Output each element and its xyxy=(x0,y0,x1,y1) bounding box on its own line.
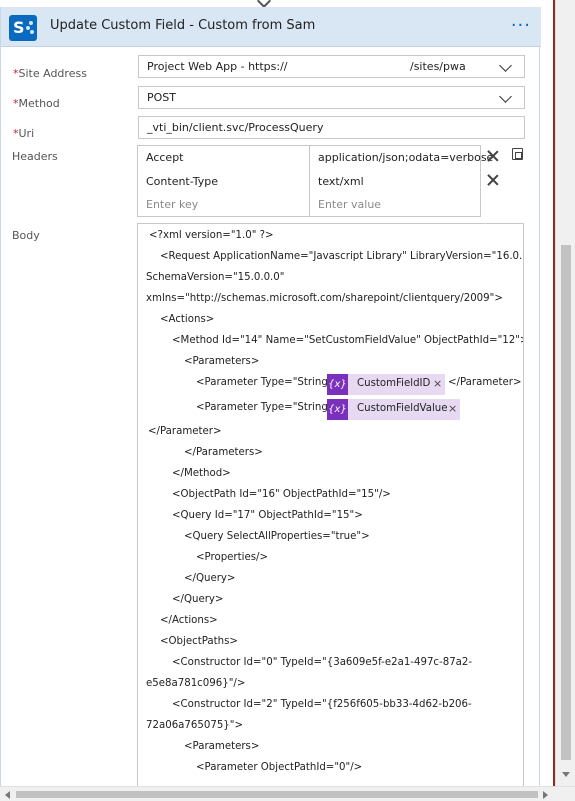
code-line: <Parameter Type="String"> xyxy=(196,377,342,388)
code-line: <Method Id="14" Name="SetCustomFieldValu… xyxy=(172,335,524,346)
uri-value: _vti_bin/client.svc/ProcessQuery xyxy=(147,121,324,134)
horizontal-scrollbar[interactable] xyxy=(0,786,575,801)
code-line: xmlns="http://schemas.microsoft.com/shar… xyxy=(146,293,503,304)
code-line: <Parameters> xyxy=(184,356,260,367)
header-key-placeholder[interactable]: Enter key xyxy=(146,198,198,211)
code-line: </Query> xyxy=(184,573,236,584)
code-line: <Constructor Id="0" TypeId="{3a609e5f-e2… xyxy=(172,657,473,668)
remove-token-icon[interactable]: × xyxy=(433,377,442,390)
code-line: </Method> xyxy=(172,468,231,479)
sharepoint-icon: S xyxy=(9,15,37,41)
scroll-down-arrow-icon[interactable] xyxy=(562,772,570,777)
method-dropdown[interactable]: POST xyxy=(138,86,525,109)
code-line: </Parameter> xyxy=(148,426,222,437)
site-address-value: Project Web App - https:// xyxy=(147,60,288,73)
code-line: 72a06a765075}"> xyxy=(146,720,244,731)
scroll-right-arrow-icon[interactable] xyxy=(543,791,548,799)
body-label: Body xyxy=(12,229,40,242)
site-address-label-text: Site Address xyxy=(18,67,87,80)
card-header[interactable]: S Update Custom Field - Custom from Sam … xyxy=(1,7,541,47)
flow-designer-canvas: S Update Custom Field - Custom from Sam … xyxy=(0,0,575,801)
code-line: <Constructor Id="2" TypeId="{f256f605-bb… xyxy=(172,699,472,710)
code-line: <Properties/> xyxy=(196,552,268,563)
dynamic-content-token[interactable]: {x} CustomFieldID × xyxy=(327,374,445,395)
card-title: Update Custom Field - Custom from Sam xyxy=(50,18,316,33)
method-label-text: Method xyxy=(18,97,60,110)
header-value-placeholder[interactable]: Enter value xyxy=(318,198,381,211)
vertical-scroll-thumb[interactable] xyxy=(561,245,571,760)
uri-input[interactable]: _vti_bin/client.svc/ProcessQuery xyxy=(138,116,525,139)
headers-table: Accept application/json;odata=verbose Co… xyxy=(137,145,493,217)
header-value-input[interactable]: text/xml xyxy=(318,175,364,188)
body-editor[interactable]: <?xml version="1.0" ?> <Request Applicat… xyxy=(137,223,524,801)
code-line: <Parameters> xyxy=(184,741,260,752)
code-line: <?xml version="1.0" ?> xyxy=(149,230,274,241)
code-line: <ObjectPath Id="16" ObjectPathId="15"/> xyxy=(172,489,391,500)
code-line: </Query> xyxy=(172,594,224,605)
dynamic-content-token[interactable]: {x} CustomFieldValue × xyxy=(327,399,460,420)
chevron-down-icon[interactable] xyxy=(499,90,512,103)
site-address-suffix: /sites/pwa xyxy=(410,60,466,73)
method-label: *Method xyxy=(13,97,60,110)
code-line: <Query SelectAllProperties="true"> xyxy=(184,531,370,542)
remove-header-icon[interactable] xyxy=(487,150,499,162)
chevron-down-icon[interactable] xyxy=(499,59,512,72)
code-line: <Request ApplicationName="Javascript Lib… xyxy=(160,251,524,262)
code-line: </Parameters> xyxy=(184,447,263,458)
variable-icon: {x} xyxy=(327,399,348,420)
scroll-left-arrow-icon[interactable] xyxy=(5,791,10,799)
code-line: SchemaVersion="15.0.0.0" xyxy=(146,272,285,283)
header-key-input[interactable]: Content-Type xyxy=(146,175,218,188)
variable-icon: {x} xyxy=(327,374,348,395)
remove-header-icon[interactable] xyxy=(487,174,499,186)
code-line: <Parameter Type="String"> xyxy=(196,402,342,413)
site-address-dropdown[interactable]: Project Web App - https:// /sites/pwa xyxy=(138,55,525,78)
token-label: CustomFieldValue xyxy=(357,403,448,414)
method-value: POST xyxy=(147,91,176,104)
header-key-input[interactable]: Accept xyxy=(146,151,184,164)
code-line: e5e8a781c096}"/> xyxy=(146,678,246,689)
switch-to-text-mode-icon[interactable] xyxy=(512,148,523,160)
headers-label: Headers xyxy=(12,150,58,163)
remove-token-icon[interactable]: × xyxy=(448,402,457,415)
header-value-input[interactable]: application/json;odata=verbose xyxy=(318,151,493,164)
uri-label-text: Uri xyxy=(18,127,35,140)
code-line: <Query Id="17" ObjectPathId="15"> xyxy=(172,510,363,521)
code-line: </Actions> xyxy=(160,615,218,626)
uri-label: *Uri xyxy=(13,127,34,140)
headers-divider xyxy=(309,146,310,216)
vertical-scrollbar[interactable] xyxy=(555,0,575,786)
code-line: <Actions> xyxy=(160,314,215,325)
more-options-button[interactable]: ··· xyxy=(511,15,531,36)
code-line: </Parameter> xyxy=(448,377,522,388)
horizontal-scroll-thumb[interactable] xyxy=(16,791,538,798)
code-line: <Parameter ObjectPathId="0"/> xyxy=(196,762,363,773)
code-line: <ObjectPaths> xyxy=(160,636,238,647)
site-address-label: *Site Address xyxy=(13,67,87,80)
token-label: CustomFieldID xyxy=(357,378,431,389)
